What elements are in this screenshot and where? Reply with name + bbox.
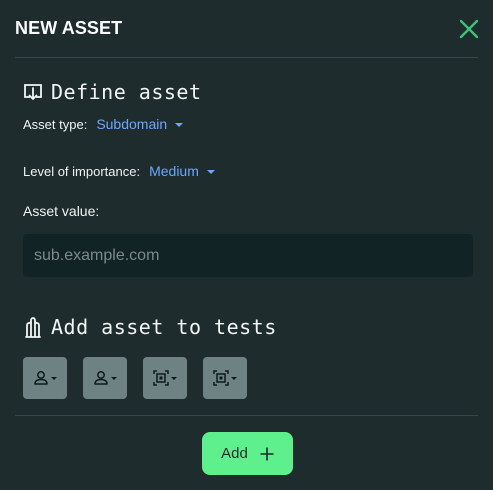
chevron-down-icon [231, 376, 237, 380]
dialog-header: NEW ASSET [15, 14, 479, 42]
add-button[interactable]: Add [202, 432, 293, 475]
asset-define-icon [24, 84, 42, 100]
close-button[interactable] [457, 17, 481, 41]
test-button-user-2[interactable] [83, 357, 127, 399]
test-buttons-row [23, 357, 247, 399]
dialog-title: NEW ASSET [15, 17, 123, 38]
add-to-tests-heading: Add asset to tests [51, 315, 277, 339]
header-divider [15, 57, 478, 58]
chevron-down-icon [206, 169, 215, 174]
importance-select[interactable]: Medium [149, 163, 215, 179]
asset-type-select[interactable]: Subdomain [96, 116, 184, 132]
asset-type-row: Asset type: Subdomain [23, 116, 184, 132]
footer-divider [15, 415, 478, 416]
test-button-scan-2[interactable] [203, 357, 247, 399]
close-icon [459, 19, 479, 39]
importance-label: Level of importance: [23, 163, 141, 179]
asset-value-label: Asset value: [23, 203, 100, 219]
test-button-user-1[interactable] [23, 357, 67, 399]
chevron-down-icon [51, 376, 57, 380]
define-asset-section-title: Define asset [23, 80, 202, 104]
user-icon [34, 371, 48, 385]
add-button-label: Add [221, 445, 248, 462]
scan-target-icon [213, 370, 229, 386]
new-asset-dialog: NEW ASSET Define asset Asset type: Subdo… [0, 0, 493, 490]
asset-type-label: Asset type: [23, 116, 88, 132]
importance-row: Level of importance: Medium [23, 163, 215, 179]
user-icon [94, 371, 108, 385]
tests-hand-icon [25, 317, 41, 338]
scan-target-icon [153, 370, 169, 386]
asset-value-input[interactable] [23, 234, 473, 277]
test-button-scan-1[interactable] [143, 357, 187, 399]
add-to-tests-section-title: Add asset to tests [23, 315, 277, 339]
asset-type-value: Subdomain [96, 116, 168, 132]
chevron-down-icon [175, 122, 184, 127]
plus-icon [260, 447, 274, 460]
chevron-down-icon [111, 376, 117, 380]
importance-value: Medium [149, 163, 199, 179]
define-asset-heading: Define asset [51, 80, 202, 104]
chevron-down-icon [171, 376, 177, 380]
